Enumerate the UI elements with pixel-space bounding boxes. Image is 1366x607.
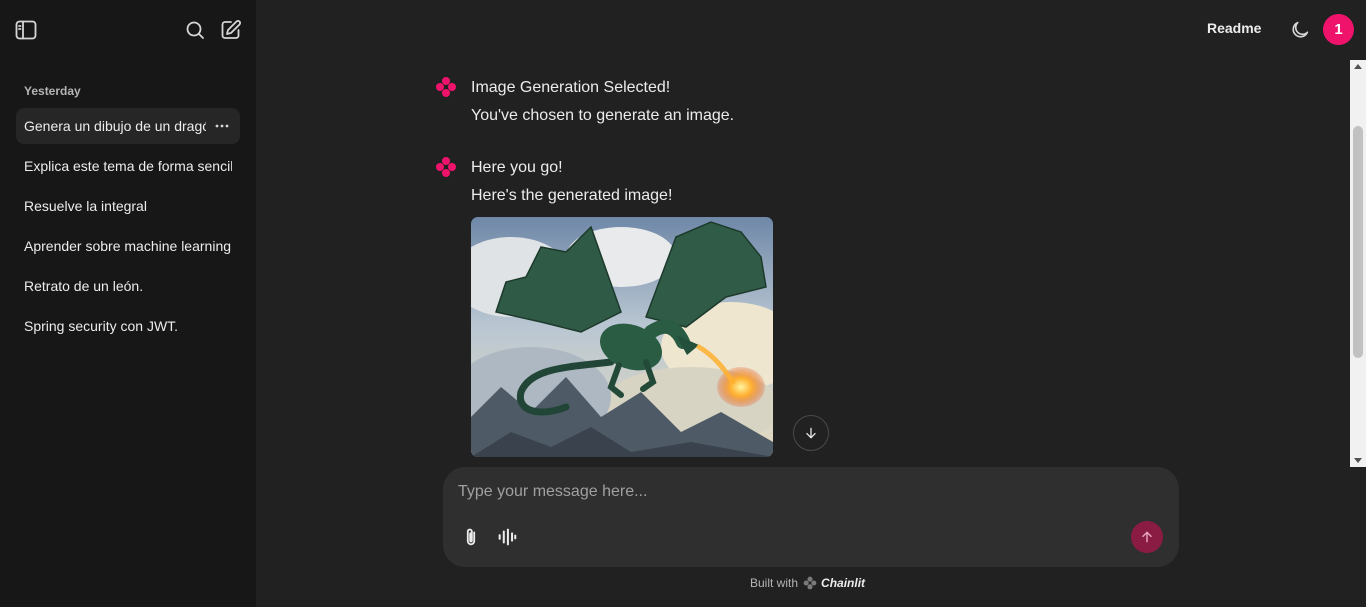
thread-item[interactable]: Spring security con JWT. <box>16 308 240 344</box>
thread-label: Explica este tema de forma sencilla <box>24 158 232 174</box>
thread-item[interactable]: Explica este tema de forma sencilla <box>16 148 240 184</box>
messages-scrollbar[interactable] <box>1350 60 1366 467</box>
new-chat-icon[interactable] <box>219 18 243 42</box>
thread-label: Resuelve la integral <box>24 198 147 214</box>
chainlit-logo-icon <box>435 156 457 178</box>
message-text: Here you go! <box>471 159 563 176</box>
more-horizontal-icon[interactable] <box>214 117 230 135</box>
message-text: Here's the generated image! <box>471 187 673 204</box>
section-label-yesterday: Yesterday <box>24 84 81 98</box>
generated-image[interactable] <box>471 217 773 457</box>
thread-label: Spring security con JWT. <box>24 318 179 334</box>
app-root: Yesterday Genera un dibujo de un dragón … <box>0 0 1366 607</box>
thread-item[interactable]: Aprender sobre machine learning <box>16 228 240 264</box>
thread-list: Genera un dibujo de un dragón Explica es… <box>16 108 240 348</box>
sidebar-toggle-icon[interactable] <box>14 18 38 42</box>
arrow-up-icon <box>1142 531 1152 543</box>
moon-icon[interactable] <box>1289 19 1311 41</box>
user-avatar[interactable]: 1 <box>1323 14 1354 45</box>
message-input[interactable] <box>458 479 1118 505</box>
footer-built-with: Built with <box>750 576 799 590</box>
thread-item[interactable]: Resuelve la integral <box>16 188 240 224</box>
chainlit-logo-icon <box>435 76 457 98</box>
message-text: Image Generation Selected! <box>471 79 671 96</box>
message-composer <box>443 467 1179 567</box>
sidebar: Yesterday Genera un dibujo de un dragón … <box>0 0 256 607</box>
footer-attribution[interactable]: Built with Chainlit <box>750 575 865 591</box>
thread-label: Aprender sobre machine learning <box>24 238 232 254</box>
readme-button[interactable]: Readme <box>1207 20 1261 36</box>
audio-wave-icon[interactable] <box>496 525 518 549</box>
send-button[interactable] <box>1131 521 1163 553</box>
scroll-up-arrow[interactable] <box>1354 64 1362 69</box>
paperclip-icon[interactable] <box>460 525 482 549</box>
scroll-down-arrow[interactable] <box>1354 458 1362 463</box>
scroll-to-bottom-button[interactable] <box>793 415 829 451</box>
scroll-thumb[interactable] <box>1353 126 1363 358</box>
chainlit-footer-logo-icon <box>803 576 817 590</box>
thread-item[interactable]: Genera un dibujo de un dragón <box>16 108 240 144</box>
message-text: You've chosen to generate an image. <box>471 107 735 124</box>
thread-label: Retrato de un león. <box>24 278 144 294</box>
search-icon[interactable] <box>183 18 207 42</box>
arrow-down-icon <box>806 427 816 439</box>
thread-item[interactable]: Retrato de un león. <box>16 268 240 304</box>
footer-brand: Chainlit <box>821 576 866 590</box>
thread-label: Genera un dibujo de un dragón <box>24 118 206 134</box>
